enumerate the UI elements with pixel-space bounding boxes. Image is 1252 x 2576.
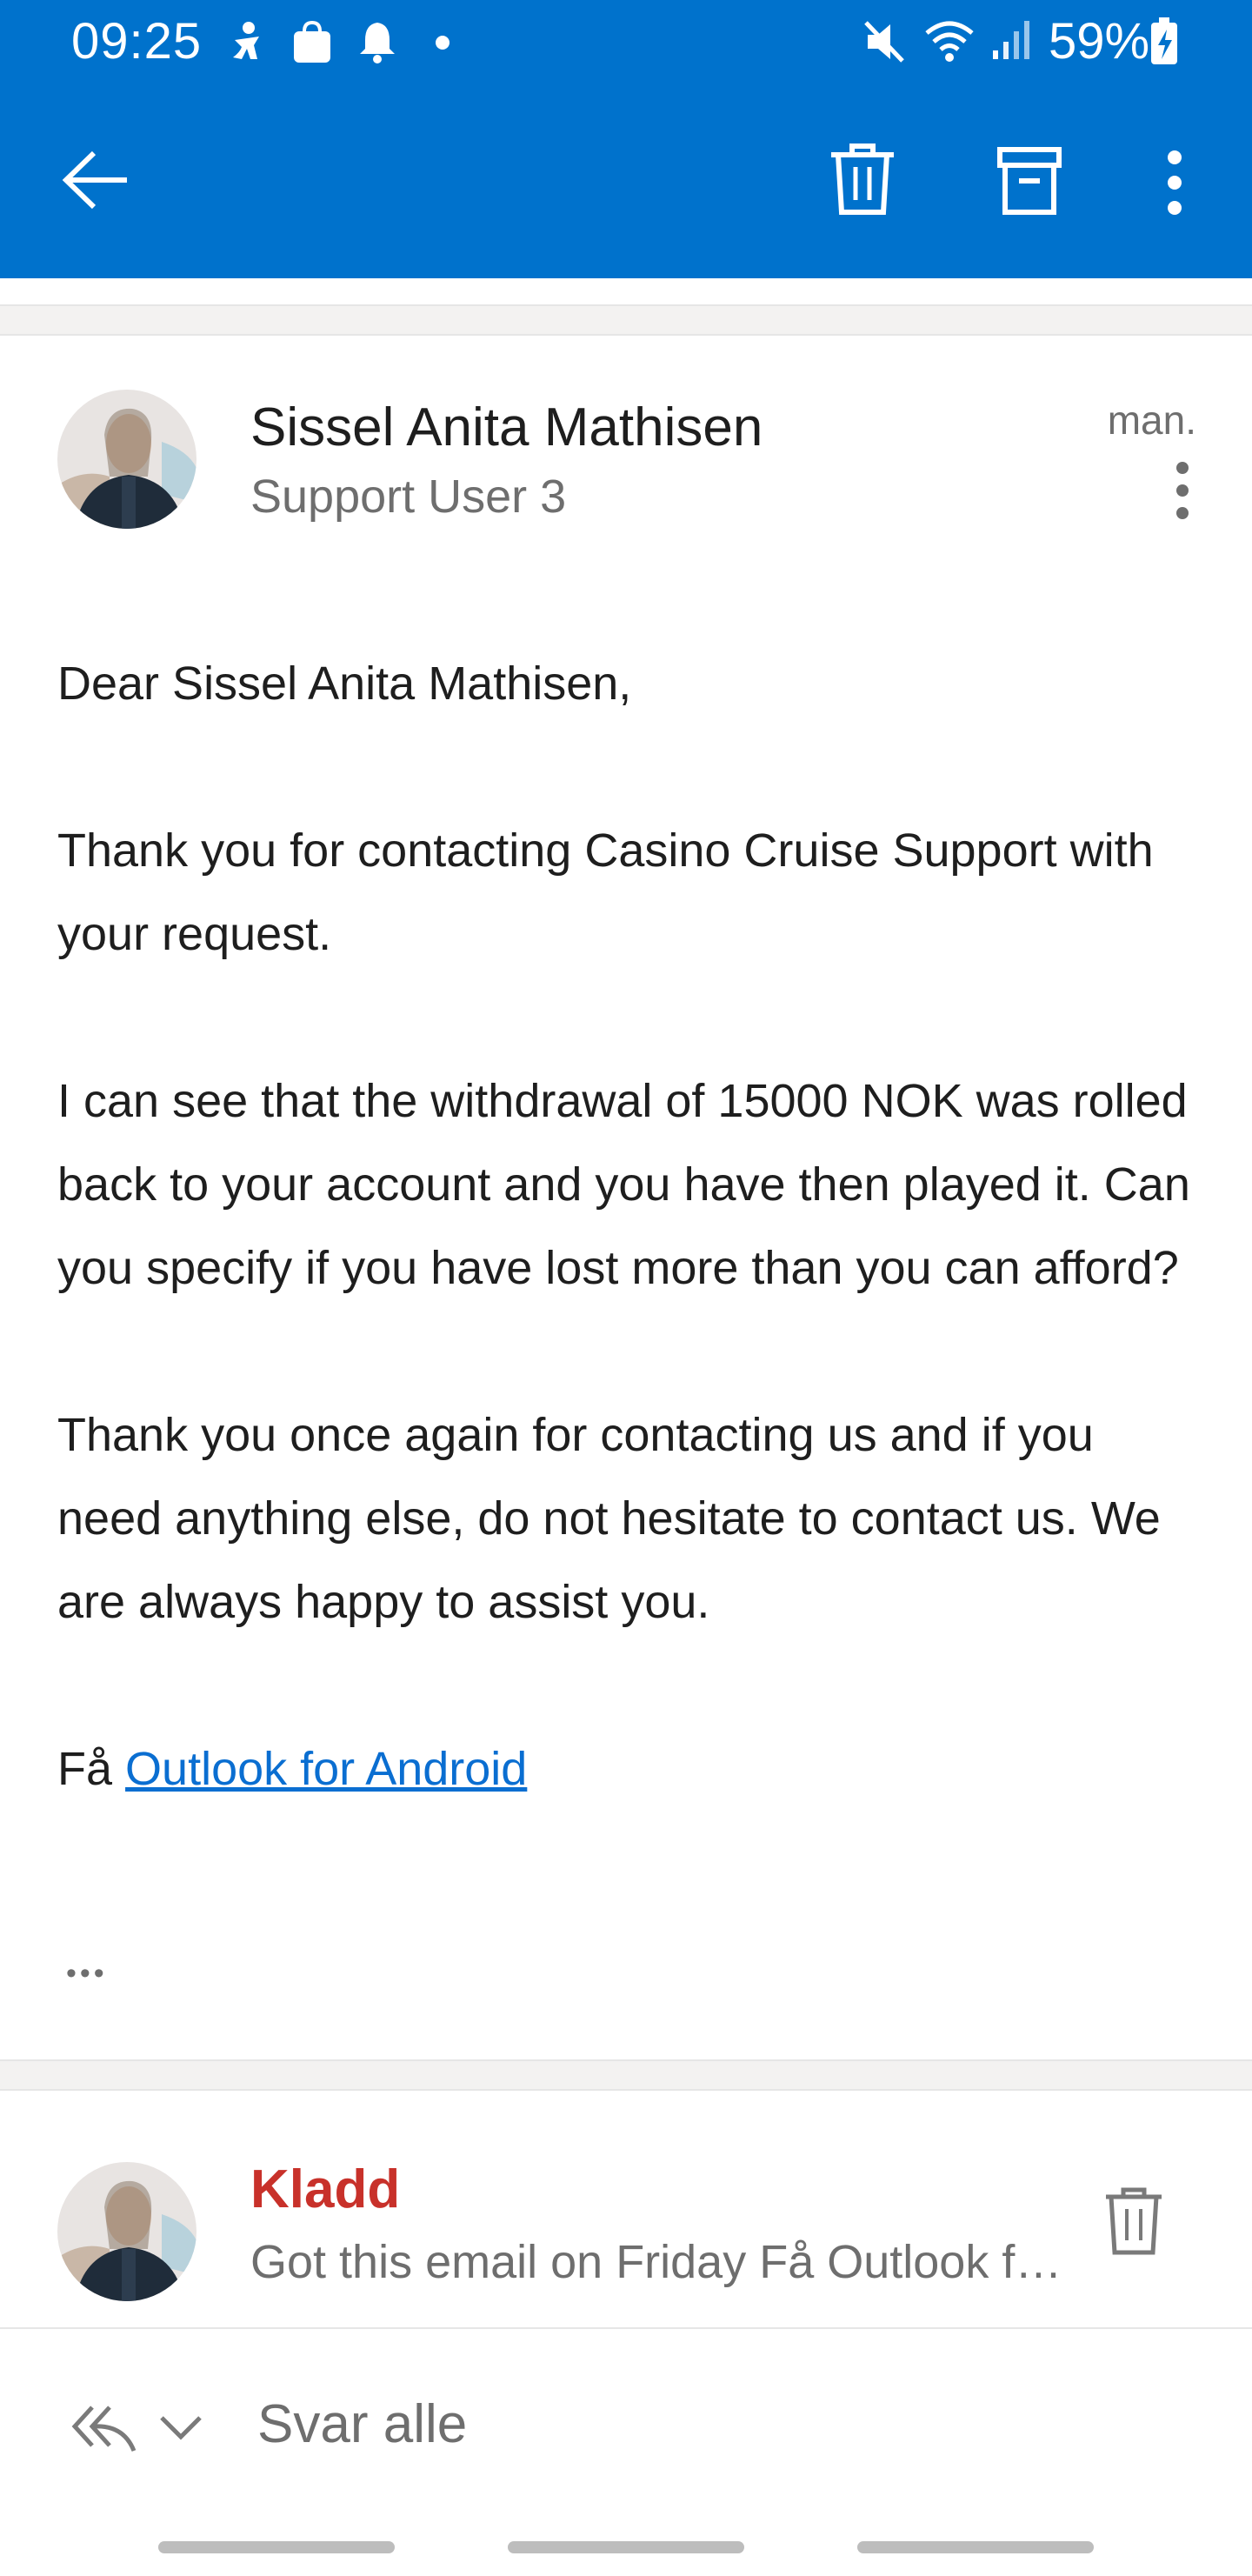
chevron-down-icon[interactable]	[158, 2414, 203, 2442]
nav-pill-left[interactable]	[158, 2541, 395, 2553]
status-time: 09:25	[71, 13, 203, 70]
draft-preview[interactable]: Got this email on Friday Få Outlook for …	[250, 2235, 1068, 2289]
reply-bar	[0, 2327, 1252, 2576]
message-body: Dear Sissel Anita Mathisen, Thank you fo…	[57, 642, 1205, 1811]
delete-draft-icon[interactable]	[1102, 2186, 1165, 2256]
signal-icon	[993, 21, 1029, 59]
message-more-icon[interactable]	[1174, 461, 1191, 520]
status-bar: 09:25 59%	[0, 0, 1252, 87]
wifi-icon	[925, 21, 974, 62]
trash-icon[interactable]	[828, 143, 897, 217]
sender-recipient: Support User 3	[250, 470, 567, 523]
draft-label: Kladd	[250, 2159, 401, 2219]
outlook-for-android-link[interactable]: Outlook for Android	[125, 1743, 527, 1795]
signature-prefix: Få	[57, 1743, 113, 1795]
message-date: man.	[1107, 397, 1196, 443]
section-divider	[0, 304, 1252, 336]
section-divider	[0, 2059, 1252, 2091]
body-paragraph: Thank you for contacting Casino Cruise S…	[57, 824, 1154, 960]
battery-percentage: 59%	[1049, 13, 1150, 70]
dot-icon	[436, 36, 450, 50]
draft-avatar	[57, 2162, 196, 2301]
battery-icon	[1151, 17, 1177, 64]
bag-icon	[294, 20, 330, 63]
app-bar: 09:25 59%	[0, 0, 1252, 278]
archive-icon[interactable]	[996, 146, 1062, 216]
sender-name: Sissel Anita Mathisen	[250, 397, 763, 457]
show-quoted-text-button[interactable]: •••	[66, 1957, 108, 1991]
accessibility-icon	[233, 22, 259, 59]
body-paragraph: I can see that the withdrawal of 15000 N…	[57, 1075, 1190, 1294]
nav-pill-right[interactable]	[857, 2541, 1094, 2553]
body-paragraph: Dear Sissel Anita Mathisen,	[57, 657, 632, 710]
bell-icon	[360, 23, 395, 63]
back-arrow-icon[interactable]	[61, 150, 130, 210]
signature-line: Få Outlook for Android	[57, 1727, 1205, 1811]
more-vertical-icon[interactable]	[1162, 150, 1188, 216]
nav-pill-center[interactable]	[508, 2541, 744, 2553]
reply-all-button[interactable]: Svar alle	[257, 2393, 467, 2455]
reply-all-icon[interactable]	[71, 2402, 137, 2454]
sender-avatar[interactable]	[57, 390, 196, 529]
mute-icon	[864, 21, 904, 63]
body-paragraph: Thank you once again for contacting us a…	[57, 1409, 1161, 1628]
